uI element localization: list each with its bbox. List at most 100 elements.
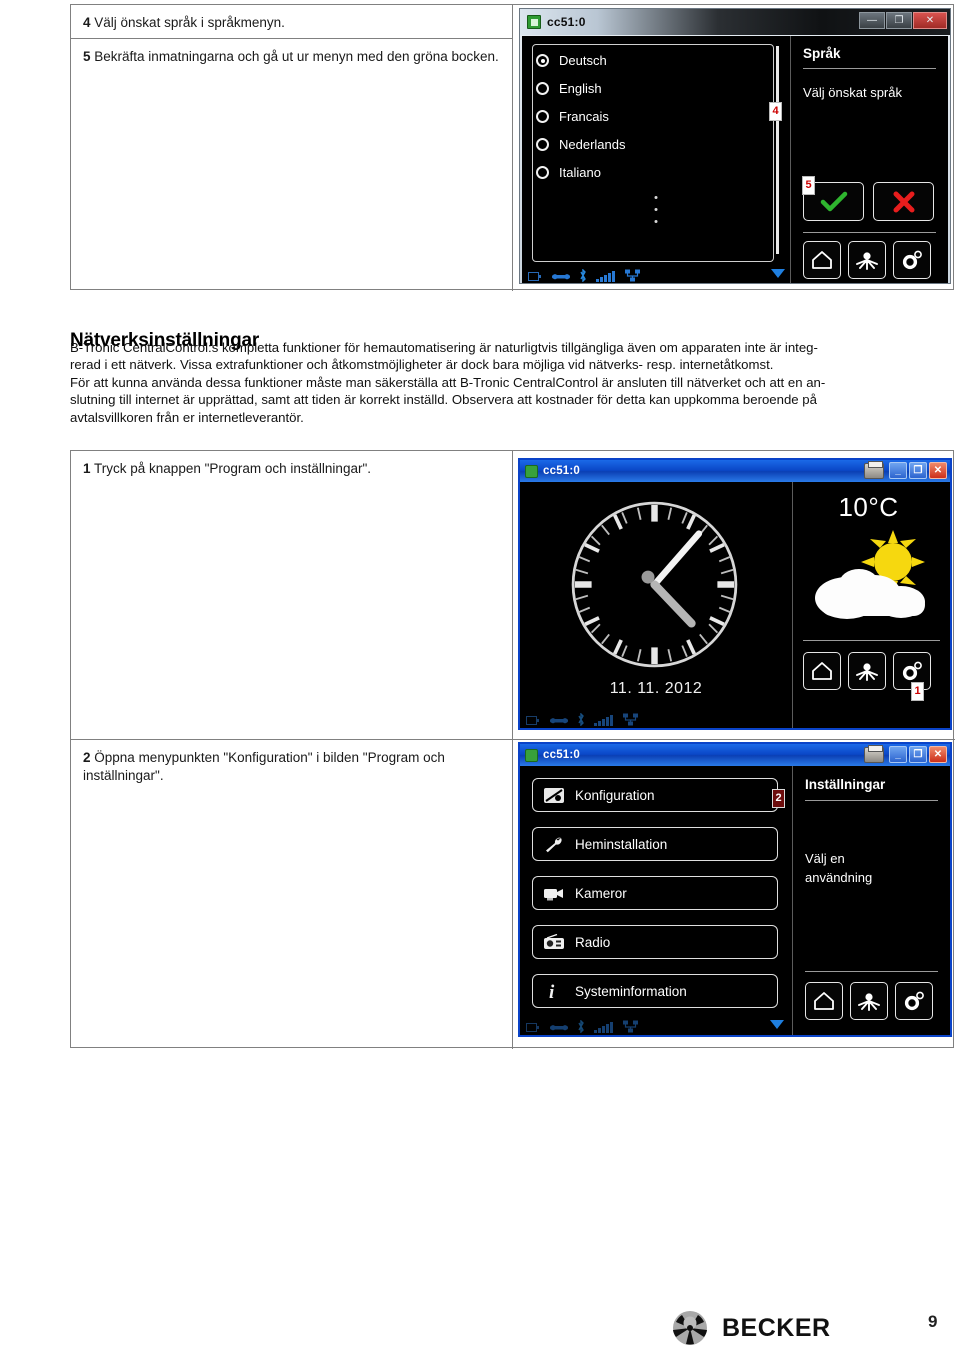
panel-bottom-divider [805,971,938,972]
paragraph-line: För att kunna använda dessa funktioner m… [70,374,826,390]
maximize-button[interactable]: ❐ [886,12,912,29]
radio-icon [536,138,549,151]
config-device-screen: Konfiguration Heminstallation Kameror Ra… [520,766,950,1035]
language-label: Deutsch [559,53,607,68]
page-root: 4 Välj önskat språk i språkmenyn. 5 Bekr… [0,0,960,1358]
menu-item-label: Radio [575,934,611,950]
settings-button[interactable] [895,982,933,1020]
menu-item-systeminformation[interactable]: i Systeminformation [532,974,778,1008]
step-5-number: 5 [83,49,91,64]
close-button[interactable]: ✕ [929,462,947,479]
scenes-button[interactable] [848,241,886,279]
step-badge-1: 1 [911,682,924,701]
print-icon[interactable] [864,460,884,479]
language-label: English [559,81,602,96]
paragraph-line: avtalsvillkoren från er internetleverant… [70,409,304,425]
step-badge-5: 5 [802,176,815,195]
temperature-value: 10°C [838,492,899,522]
cancel-button[interactable] [873,182,934,221]
paragraph-line: slutning till internet är upprättad, sam… [70,392,817,408]
language-option-italiano[interactable]: Italiano [536,165,601,180]
scroll-down-icon[interactable] [770,1020,784,1029]
device-status-bar [528,269,641,282]
menu-item-label: Heminstallation [575,836,668,852]
scenes-icon [856,663,878,681]
minimize-button[interactable]: _ [889,462,907,479]
close-button[interactable]: ✕ [913,12,947,29]
network-icon [622,713,638,726]
footer-brand: BECKER [672,1310,831,1346]
signal-strength-icon [594,715,613,726]
step-5-text: Bekräfta inmatningarna och gå ut ur meny… [94,49,499,64]
language-option-francais[interactable]: Francais [536,109,609,124]
screenshot-home-window: cc51:0 _ ❐ ✕ 11. 11. 2012 10°C 1 [518,458,952,730]
minimize-button[interactable]: _ [889,746,907,763]
scenes-icon [858,993,880,1011]
paragraph-line: rerad i ett nätverk. Vissa extrafunktion… [70,357,774,373]
panel-instruction-text: Välj önskat språk [803,85,902,100]
bluetooth-icon [578,713,584,726]
language-device-screen: Deutsch English Francais Nederlands Ital… [522,36,948,283]
step-2-cell: 2 Öppna menypunkten "Konfiguration" i bi… [71,740,512,789]
language-info-panel: Språk Välj önskat språk [790,36,948,283]
step-1-number: 1 [83,461,91,476]
language-list-frame [532,44,774,262]
scenes-button[interactable] [850,982,888,1020]
close-button[interactable]: ✕ [929,746,947,763]
menu-item-kameror[interactable]: Kameror [532,876,778,910]
home-device-screen: 11. 11. 2012 10°C [520,482,950,728]
camera-icon [543,885,565,902]
config-window-titlebar: cc51:0 _ ❐ ✕ [520,744,950,766]
step-4-cell: 4 Välj önskat språk i språkmenyn. [71,5,512,36]
clock-area: 11. 11. 2012 [520,482,792,728]
maximize-button[interactable]: ❐ [909,462,927,479]
scenes-button[interactable] [848,652,886,690]
home-button[interactable] [803,652,841,690]
language-option-deutsch[interactable]: Deutsch [536,53,607,68]
step-4-text: Välj önskat språk i språkmenyn. [94,15,285,30]
table-column-divider [512,451,513,1049]
language-label: Italiano [559,165,601,180]
brand-name: BECKER [722,1313,831,1342]
home-button[interactable] [803,241,841,279]
badge-number: 2 [775,792,782,804]
step-5-cell: 5 Bekräfta inmatningarna och gå ut ur me… [71,39,512,70]
menu-item-konfiguration[interactable]: Konfiguration [532,778,778,812]
scroll-down-icon[interactable] [771,269,785,278]
step-2-text: Öppna menypunkten "Konfiguration" i bild… [83,750,445,783]
print-icon[interactable] [864,744,884,763]
list-scroll-track[interactable] [776,46,779,254]
menu-item-heminstallation[interactable]: Heminstallation [532,827,778,861]
home-button[interactable] [805,982,843,1020]
step-1-cell: 1 Tryck på knappen "Program och inställn… [71,451,512,482]
minimize-button[interactable]: — [859,12,885,29]
paragraph-line: B-Tronic CentralControl:s kompletta funk… [70,340,818,355]
menu-item-label: Systeminformation [575,983,687,999]
language-option-english[interactable]: English [536,81,602,96]
panel-divider [803,68,936,69]
step-badge-2: 2 [772,789,785,808]
signal-strength-icon [594,1022,613,1033]
step-1-text: Tryck på knappen "Program och inställnin… [94,461,371,476]
bluetooth-icon [578,1020,584,1033]
panel-divider [803,640,940,641]
link-icon [550,718,568,724]
info-icon: i [543,982,565,1003]
home-icon [812,662,832,680]
app-icon [527,15,541,29]
cross-mark-icon [893,191,914,212]
step-2-number: 2 [83,750,91,765]
configuration-icon [543,787,565,804]
maximize-button[interactable]: ❐ [909,746,927,763]
network-icon [622,1020,638,1033]
sun-behind-cloud-icon [815,530,925,619]
menu-item-radio[interactable]: Radio [532,925,778,959]
device-status-bar [526,713,639,726]
settings-button[interactable] [893,241,931,279]
settings-gear-icon [902,661,922,681]
radio-icon [536,82,549,95]
section-paragraph: B-Tronic CentralControl:s kompletta funk… [70,339,950,426]
language-option-nederlands[interactable]: Nederlands [536,137,626,152]
panel-title: Inställningar [805,777,886,792]
wrench-icon [543,836,565,853]
